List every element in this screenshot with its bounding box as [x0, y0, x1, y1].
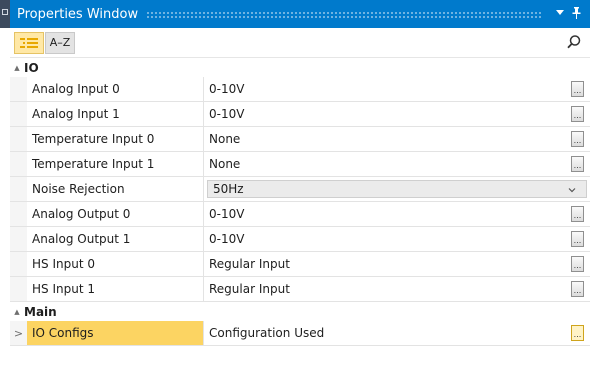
search-icon[interactable] — [566, 34, 582, 50]
property-value[interactable]: Configuration Used... — [204, 321, 590, 345]
property-value-text: Regular Input — [209, 282, 290, 296]
ellipsis-button[interactable]: ... — [571, 231, 584, 247]
property-value-text: 0-10V — [209, 232, 245, 246]
alphabetical-button[interactable]: A–Z — [45, 31, 75, 54]
ellipsis-button[interactable]: ... — [571, 206, 584, 222]
panel-square-icon — [2, 9, 8, 15]
row-margin — [10, 277, 27, 301]
toolbar: A–Z — [10, 28, 590, 58]
property-name: Noise Rejection — [27, 177, 204, 201]
property-value-text: None — [209, 132, 241, 146]
ellipsis-button[interactable]: ... — [571, 131, 584, 147]
property-name: HS Input 1 — [27, 277, 204, 301]
pin-icon[interactable] — [568, 6, 584, 22]
property-name: Temperature Input 0 — [27, 127, 204, 151]
ellipsis-button[interactable]: ... — [571, 156, 584, 172]
ellipsis-button[interactable]: ... — [571, 256, 584, 272]
categorized-button[interactable] — [14, 31, 44, 54]
window-menu-dropdown-icon[interactable] — [552, 9, 568, 19]
row-margin — [10, 202, 27, 226]
property-name: Analog Input 0 — [27, 77, 204, 101]
category-label: IO — [24, 60, 39, 75]
property-row[interactable]: Temperature Input 1 None... — [10, 152, 590, 177]
property-row[interactable]: Analog Output 1 0-10V... — [10, 227, 590, 252]
property-value-text: None — [209, 157, 241, 171]
property-row[interactable]: HS Input 0 Regular Input... — [10, 252, 590, 277]
row-margin — [10, 152, 27, 176]
category-label: Main — [24, 304, 57, 319]
property-value[interactable]: 0-10V... — [204, 77, 590, 101]
title-bar[interactable]: Properties Window — [10, 0, 590, 28]
row-margin — [10, 177, 27, 201]
property-name: HS Input 0 — [27, 252, 204, 276]
ellipsis-button[interactable]: ... — [571, 325, 584, 341]
property-value-text: Configuration Used — [209, 326, 325, 340]
row-margin — [10, 77, 27, 101]
property-grid: ▲ IO Analog Input 0 0-10V... Analog Inpu… — [10, 58, 590, 346]
dropdown-value: 50Hz — [213, 182, 244, 196]
ellipsis-button[interactable]: ... — [571, 81, 584, 97]
chevron-down-icon[interactable] — [567, 185, 577, 195]
property-name: IO Configs — [27, 321, 204, 345]
property-value[interactable]: 50Hz — [204, 177, 590, 201]
categorized-icon — [20, 37, 38, 49]
ellipsis-button[interactable]: ... — [571, 106, 584, 122]
property-value[interactable]: None... — [204, 127, 590, 151]
noise-rejection-dropdown[interactable]: 50Hz — [207, 180, 587, 198]
row-margin — [10, 252, 27, 276]
property-value[interactable]: 0-10V... — [204, 202, 590, 226]
category-main[interactable]: ▲ Main — [10, 302, 590, 321]
property-row[interactable]: Analog Output 0 0-10V... — [10, 202, 590, 227]
ellipsis-button[interactable]: ... — [571, 281, 584, 297]
property-value-text: Regular Input — [209, 257, 290, 271]
property-row[interactable]: Analog Input 0 0-10V... — [10, 77, 590, 102]
left-panel-edge — [0, 0, 10, 28]
row-margin — [10, 102, 27, 126]
property-value[interactable]: None... — [204, 152, 590, 176]
property-row[interactable]: Noise Rejection 50Hz — [10, 177, 590, 202]
row-margin — [10, 227, 27, 251]
property-name: Analog Output 0 — [27, 202, 204, 226]
property-value[interactable]: 0-10V... — [204, 227, 590, 251]
expand-icon[interactable]: > — [10, 321, 27, 345]
window-title: Properties Window — [17, 6, 139, 22]
property-row[interactable]: HS Input 1 Regular Input... — [10, 277, 590, 302]
property-row[interactable]: Temperature Input 0 None... — [10, 127, 590, 152]
property-value[interactable]: Regular Input... — [204, 252, 590, 276]
property-value[interactable]: 0-10V... — [204, 102, 590, 126]
property-name: Analog Output 1 — [27, 227, 204, 251]
property-name: Analog Input 1 — [27, 102, 204, 126]
collapse-icon[interactable]: ▲ — [10, 308, 24, 316]
property-name: Temperature Input 1 — [27, 152, 204, 176]
property-value-text: 0-10V — [209, 207, 245, 221]
property-value[interactable]: Regular Input... — [204, 277, 590, 301]
collapse-icon[interactable]: ▲ — [10, 64, 24, 72]
property-value-text: 0-10V — [209, 82, 245, 96]
title-grip[interactable] — [146, 10, 542, 18]
property-row[interactable]: > IO Configs Configuration Used... — [10, 321, 590, 346]
property-row[interactable]: Analog Input 1 0-10V... — [10, 102, 590, 127]
row-margin — [10, 127, 27, 151]
property-value-text: 0-10V — [209, 107, 245, 121]
category-io[interactable]: ▲ IO — [10, 58, 590, 77]
